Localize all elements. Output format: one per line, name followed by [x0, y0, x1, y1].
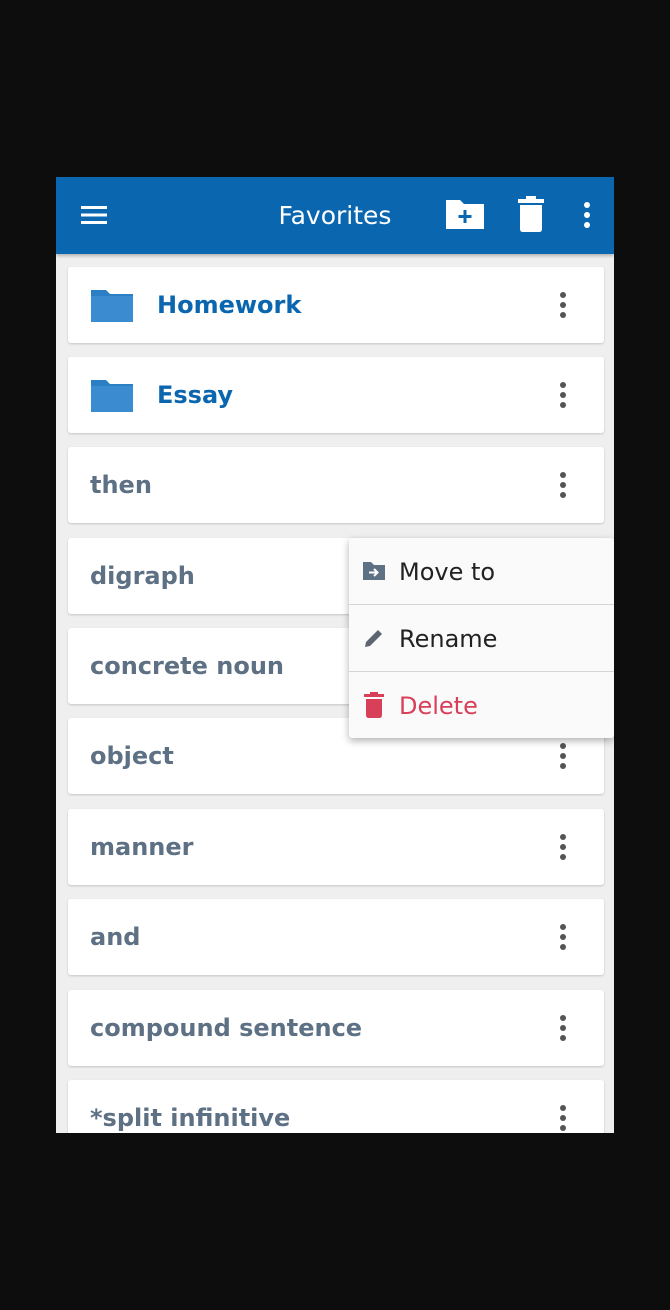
- menu-item-delete[interactable]: Delete: [349, 672, 614, 738]
- app-screen: Favorites Homework Essay then digraph co…: [56, 177, 614, 1133]
- new-folder-button[interactable]: [440, 191, 490, 237]
- more-vertical-icon: [560, 743, 566, 769]
- list-item-label: manner: [90, 833, 194, 861]
- list-item-word[interactable]: manner: [68, 809, 604, 885]
- more-vertical-icon: [560, 472, 566, 498]
- app-bar: Favorites: [56, 177, 614, 254]
- list-item-label: Homework: [157, 291, 302, 319]
- menu-item-label: Move to: [399, 558, 496, 586]
- more-vertical-icon: [560, 1105, 566, 1131]
- folder-icon: [91, 380, 133, 412]
- list-item-label: and: [90, 923, 141, 951]
- move-to-folder-icon: [363, 562, 385, 580]
- menu-item-label: Rename: [399, 625, 498, 653]
- list-item-word[interactable]: *split infinitive: [68, 1080, 604, 1133]
- menu-item-label: Delete: [399, 692, 478, 720]
- item-more-button[interactable]: [548, 917, 578, 957]
- item-more-button[interactable]: [548, 827, 578, 867]
- list-item-label: compound sentence: [90, 1014, 363, 1042]
- pencil-icon: [365, 630, 382, 647]
- more-vertical-icon: [560, 834, 566, 860]
- trash-icon: [364, 692, 384, 718]
- list-item-label: *split infinitive: [90, 1104, 291, 1132]
- item-more-button[interactable]: [548, 736, 578, 776]
- item-more-button[interactable]: [548, 285, 578, 325]
- more-vertical-icon: [560, 292, 566, 318]
- list-item-label: object: [90, 742, 174, 770]
- list-item-word[interactable]: then: [68, 447, 604, 523]
- more-options-button[interactable]: [575, 193, 599, 237]
- more-vertical-icon: [560, 1015, 566, 1041]
- list-item-label: concrete noun: [90, 652, 284, 680]
- list-item-label: then: [90, 471, 152, 499]
- list-item-word[interactable]: compound sentence: [68, 990, 604, 1066]
- item-more-button[interactable]: [548, 465, 578, 505]
- more-vertical-icon: [560, 382, 566, 408]
- more-vertical-icon: [560, 924, 566, 950]
- item-more-button[interactable]: [548, 1008, 578, 1048]
- menu-item-rename[interactable]: Rename: [349, 605, 614, 671]
- delete-button[interactable]: [512, 191, 550, 237]
- list-item-folder[interactable]: Homework: [68, 267, 604, 343]
- list-item-folder[interactable]: Essay: [68, 357, 604, 433]
- list-item-label: digraph: [90, 562, 195, 590]
- new-folder-icon: [446, 200, 484, 229]
- list-item-word[interactable]: and: [68, 899, 604, 975]
- folder-icon: [91, 290, 133, 322]
- context-menu: Move to Rename Delete: [349, 538, 614, 738]
- trash-icon: [518, 196, 544, 232]
- list-item-label: Essay: [157, 381, 234, 409]
- item-more-button[interactable]: [548, 1098, 578, 1133]
- menu-item-move-to[interactable]: Move to: [349, 538, 614, 604]
- more-vertical-icon: [584, 202, 590, 228]
- item-more-button[interactable]: [548, 375, 578, 415]
